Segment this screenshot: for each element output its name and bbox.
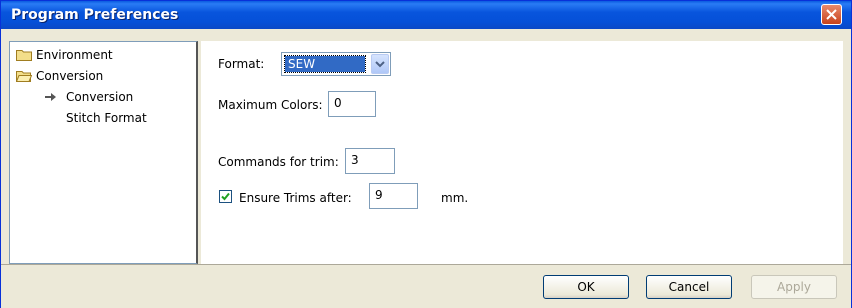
tree-item-label: Stitch Format <box>66 111 147 125</box>
cancel-button[interactable]: Cancel <box>646 275 732 299</box>
chevron-down-icon <box>375 61 385 68</box>
ensure-trims-checkbox[interactable] <box>219 190 232 203</box>
format-selected-value: SEW <box>284 55 366 73</box>
apply-button[interactable]: Apply <box>751 275 837 299</box>
folder-icon <box>16 50 32 61</box>
dropdown-button[interactable] <box>371 54 389 74</box>
preferences-dialog: Program Preferences Environment Conversi… <box>0 0 852 308</box>
commands-trim-label: Commands for trim: <box>218 155 339 169</box>
tree-item-label: Conversion <box>66 90 134 104</box>
close-icon <box>826 9 837 20</box>
format-label: Format: <box>218 57 265 71</box>
close-button[interactable] <box>821 4 842 25</box>
commands-trim-input[interactable]: 3 <box>345 148 395 174</box>
ensure-trims-unit: mm. <box>441 191 469 205</box>
arrow-right-icon <box>45 93 56 101</box>
tree-item-label: Environment <box>36 48 113 62</box>
ensure-trims-label: Ensure Trims after: <box>239 191 352 205</box>
format-select[interactable]: SEW <box>281 52 391 76</box>
settings-panel: Format: SEW Maximum Colors: 0 Commands f… <box>201 41 843 264</box>
max-colors-input[interactable]: 0 <box>328 91 376 117</box>
title-bar[interactable]: Program Preferences <box>1 1 851 29</box>
ensure-trims-input[interactable]: 9 <box>369 183 418 209</box>
ok-button[interactable]: OK <box>543 275 629 299</box>
folder-open-icon <box>16 71 32 82</box>
window-title: Program Preferences <box>11 7 179 23</box>
checkmark-icon <box>221 192 230 201</box>
category-tree: Environment Conversion Conversion Stitch… <box>9 41 198 264</box>
dialog-footer: OK Cancel Apply <box>1 264 851 308</box>
tree-item-label: Conversion <box>36 69 104 83</box>
max-colors-label: Maximum Colors: <box>218 98 323 112</box>
